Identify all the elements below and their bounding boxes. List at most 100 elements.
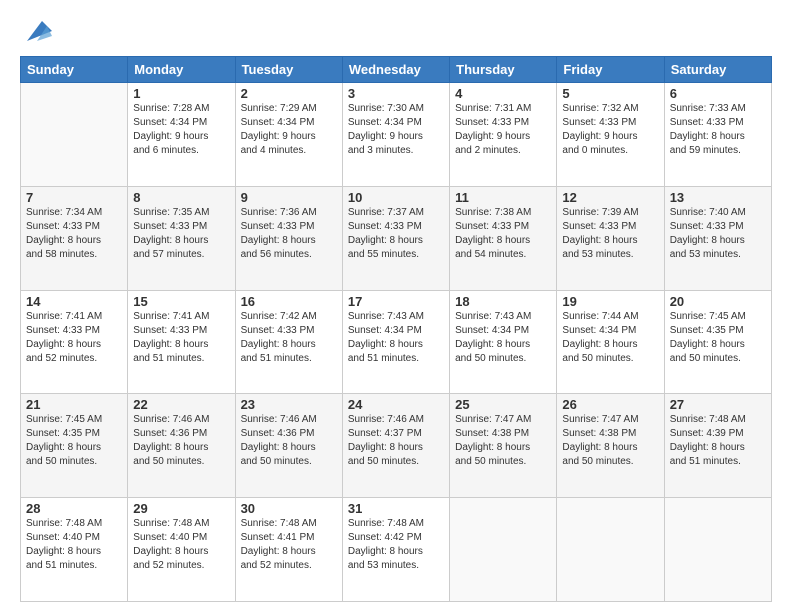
calendar-header-tuesday: Tuesday [235, 57, 342, 83]
calendar-header-thursday: Thursday [450, 57, 557, 83]
day-number: 14 [26, 294, 122, 309]
day-number: 30 [241, 501, 337, 516]
day-info: Sunrise: 7:45 AM Sunset: 4:35 PM Dayligh… [26, 413, 122, 469]
table-row: 17Sunrise: 7:43 AM Sunset: 4:34 PM Dayli… [342, 290, 449, 394]
day-number: 12 [562, 190, 658, 205]
day-number: 15 [133, 294, 229, 309]
day-number: 21 [26, 397, 122, 412]
day-info: Sunrise: 7:38 AM Sunset: 4:33 PM Dayligh… [455, 206, 551, 262]
day-number: 19 [562, 294, 658, 309]
day-info: Sunrise: 7:30 AM Sunset: 4:34 PM Dayligh… [348, 102, 444, 158]
table-row: 6Sunrise: 7:33 AM Sunset: 4:33 PM Daylig… [664, 83, 771, 187]
day-info: Sunrise: 7:46 AM Sunset: 4:36 PM Dayligh… [133, 413, 229, 469]
table-row: 24Sunrise: 7:46 AM Sunset: 4:37 PM Dayli… [342, 394, 449, 498]
day-info: Sunrise: 7:43 AM Sunset: 4:34 PM Dayligh… [348, 310, 444, 366]
table-row: 27Sunrise: 7:48 AM Sunset: 4:39 PM Dayli… [664, 394, 771, 498]
table-row: 22Sunrise: 7:46 AM Sunset: 4:36 PM Dayli… [128, 394, 235, 498]
table-row: 4Sunrise: 7:31 AM Sunset: 4:33 PM Daylig… [450, 83, 557, 187]
calendar-week-2: 7Sunrise: 7:34 AM Sunset: 4:33 PM Daylig… [21, 186, 772, 290]
logo [20, 16, 52, 46]
day-info: Sunrise: 7:48 AM Sunset: 4:42 PM Dayligh… [348, 517, 444, 573]
table-row: 20Sunrise: 7:45 AM Sunset: 4:35 PM Dayli… [664, 290, 771, 394]
day-info: Sunrise: 7:46 AM Sunset: 4:37 PM Dayligh… [348, 413, 444, 469]
table-row: 19Sunrise: 7:44 AM Sunset: 4:34 PM Dayli… [557, 290, 664, 394]
day-info: Sunrise: 7:40 AM Sunset: 4:33 PM Dayligh… [670, 206, 766, 262]
day-number: 29 [133, 501, 229, 516]
table-row [21, 83, 128, 187]
day-info: Sunrise: 7:29 AM Sunset: 4:34 PM Dayligh… [241, 102, 337, 158]
day-info: Sunrise: 7:32 AM Sunset: 4:33 PM Dayligh… [562, 102, 658, 158]
day-info: Sunrise: 7:41 AM Sunset: 4:33 PM Dayligh… [133, 310, 229, 366]
day-number: 13 [670, 190, 766, 205]
table-row: 2Sunrise: 7:29 AM Sunset: 4:34 PM Daylig… [235, 83, 342, 187]
table-row: 28Sunrise: 7:48 AM Sunset: 4:40 PM Dayli… [21, 498, 128, 602]
day-number: 4 [455, 86, 551, 101]
calendar-header-wednesday: Wednesday [342, 57, 449, 83]
day-info: Sunrise: 7:36 AM Sunset: 4:33 PM Dayligh… [241, 206, 337, 262]
day-number: 26 [562, 397, 658, 412]
day-info: Sunrise: 7:45 AM Sunset: 4:35 PM Dayligh… [670, 310, 766, 366]
day-number: 20 [670, 294, 766, 309]
day-info: Sunrise: 7:48 AM Sunset: 4:40 PM Dayligh… [26, 517, 122, 573]
day-info: Sunrise: 7:28 AM Sunset: 4:34 PM Dayligh… [133, 102, 229, 158]
table-row [664, 498, 771, 602]
calendar-header-sunday: Sunday [21, 57, 128, 83]
page: SundayMondayTuesdayWednesdayThursdayFrid… [0, 0, 792, 612]
day-info: Sunrise: 7:34 AM Sunset: 4:33 PM Dayligh… [26, 206, 122, 262]
table-row: 31Sunrise: 7:48 AM Sunset: 4:42 PM Dayli… [342, 498, 449, 602]
day-info: Sunrise: 7:33 AM Sunset: 4:33 PM Dayligh… [670, 102, 766, 158]
day-number: 8 [133, 190, 229, 205]
day-info: Sunrise: 7:48 AM Sunset: 4:40 PM Dayligh… [133, 517, 229, 573]
day-number: 3 [348, 86, 444, 101]
table-row [557, 498, 664, 602]
day-number: 9 [241, 190, 337, 205]
table-row: 30Sunrise: 7:48 AM Sunset: 4:41 PM Dayli… [235, 498, 342, 602]
table-row: 26Sunrise: 7:47 AM Sunset: 4:38 PM Dayli… [557, 394, 664, 498]
logo-icon [22, 16, 52, 46]
day-info: Sunrise: 7:47 AM Sunset: 4:38 PM Dayligh… [455, 413, 551, 469]
table-row: 16Sunrise: 7:42 AM Sunset: 4:33 PM Dayli… [235, 290, 342, 394]
table-row: 18Sunrise: 7:43 AM Sunset: 4:34 PM Dayli… [450, 290, 557, 394]
calendar-week-5: 28Sunrise: 7:48 AM Sunset: 4:40 PM Dayli… [21, 498, 772, 602]
day-number: 17 [348, 294, 444, 309]
day-number: 28 [26, 501, 122, 516]
calendar-header-saturday: Saturday [664, 57, 771, 83]
table-row: 10Sunrise: 7:37 AM Sunset: 4:33 PM Dayli… [342, 186, 449, 290]
table-row: 1Sunrise: 7:28 AM Sunset: 4:34 PM Daylig… [128, 83, 235, 187]
calendar-table: SundayMondayTuesdayWednesdayThursdayFrid… [20, 56, 772, 602]
table-row: 12Sunrise: 7:39 AM Sunset: 4:33 PM Dayli… [557, 186, 664, 290]
day-info: Sunrise: 7:48 AM Sunset: 4:41 PM Dayligh… [241, 517, 337, 573]
day-number: 23 [241, 397, 337, 412]
calendar-week-4: 21Sunrise: 7:45 AM Sunset: 4:35 PM Dayli… [21, 394, 772, 498]
day-number: 10 [348, 190, 444, 205]
day-info: Sunrise: 7:46 AM Sunset: 4:36 PM Dayligh… [241, 413, 337, 469]
day-number: 24 [348, 397, 444, 412]
day-number: 18 [455, 294, 551, 309]
day-number: 22 [133, 397, 229, 412]
table-row: 8Sunrise: 7:35 AM Sunset: 4:33 PM Daylig… [128, 186, 235, 290]
header [20, 16, 772, 46]
day-number: 2 [241, 86, 337, 101]
table-row: 3Sunrise: 7:30 AM Sunset: 4:34 PM Daylig… [342, 83, 449, 187]
table-row [450, 498, 557, 602]
table-row: 11Sunrise: 7:38 AM Sunset: 4:33 PM Dayli… [450, 186, 557, 290]
calendar-week-1: 1Sunrise: 7:28 AM Sunset: 4:34 PM Daylig… [21, 83, 772, 187]
table-row: 21Sunrise: 7:45 AM Sunset: 4:35 PM Dayli… [21, 394, 128, 498]
day-number: 1 [133, 86, 229, 101]
day-number: 7 [26, 190, 122, 205]
day-info: Sunrise: 7:44 AM Sunset: 4:34 PM Dayligh… [562, 310, 658, 366]
table-row: 9Sunrise: 7:36 AM Sunset: 4:33 PM Daylig… [235, 186, 342, 290]
calendar-week-3: 14Sunrise: 7:41 AM Sunset: 4:33 PM Dayli… [21, 290, 772, 394]
day-number: 5 [562, 86, 658, 101]
table-row: 25Sunrise: 7:47 AM Sunset: 4:38 PM Dayli… [450, 394, 557, 498]
day-info: Sunrise: 7:39 AM Sunset: 4:33 PM Dayligh… [562, 206, 658, 262]
day-number: 31 [348, 501, 444, 516]
table-row: 13Sunrise: 7:40 AM Sunset: 4:33 PM Dayli… [664, 186, 771, 290]
table-row: 14Sunrise: 7:41 AM Sunset: 4:33 PM Dayli… [21, 290, 128, 394]
day-number: 16 [241, 294, 337, 309]
day-number: 25 [455, 397, 551, 412]
day-info: Sunrise: 7:42 AM Sunset: 4:33 PM Dayligh… [241, 310, 337, 366]
calendar-header-friday: Friday [557, 57, 664, 83]
day-info: Sunrise: 7:41 AM Sunset: 4:33 PM Dayligh… [26, 310, 122, 366]
day-info: Sunrise: 7:43 AM Sunset: 4:34 PM Dayligh… [455, 310, 551, 366]
